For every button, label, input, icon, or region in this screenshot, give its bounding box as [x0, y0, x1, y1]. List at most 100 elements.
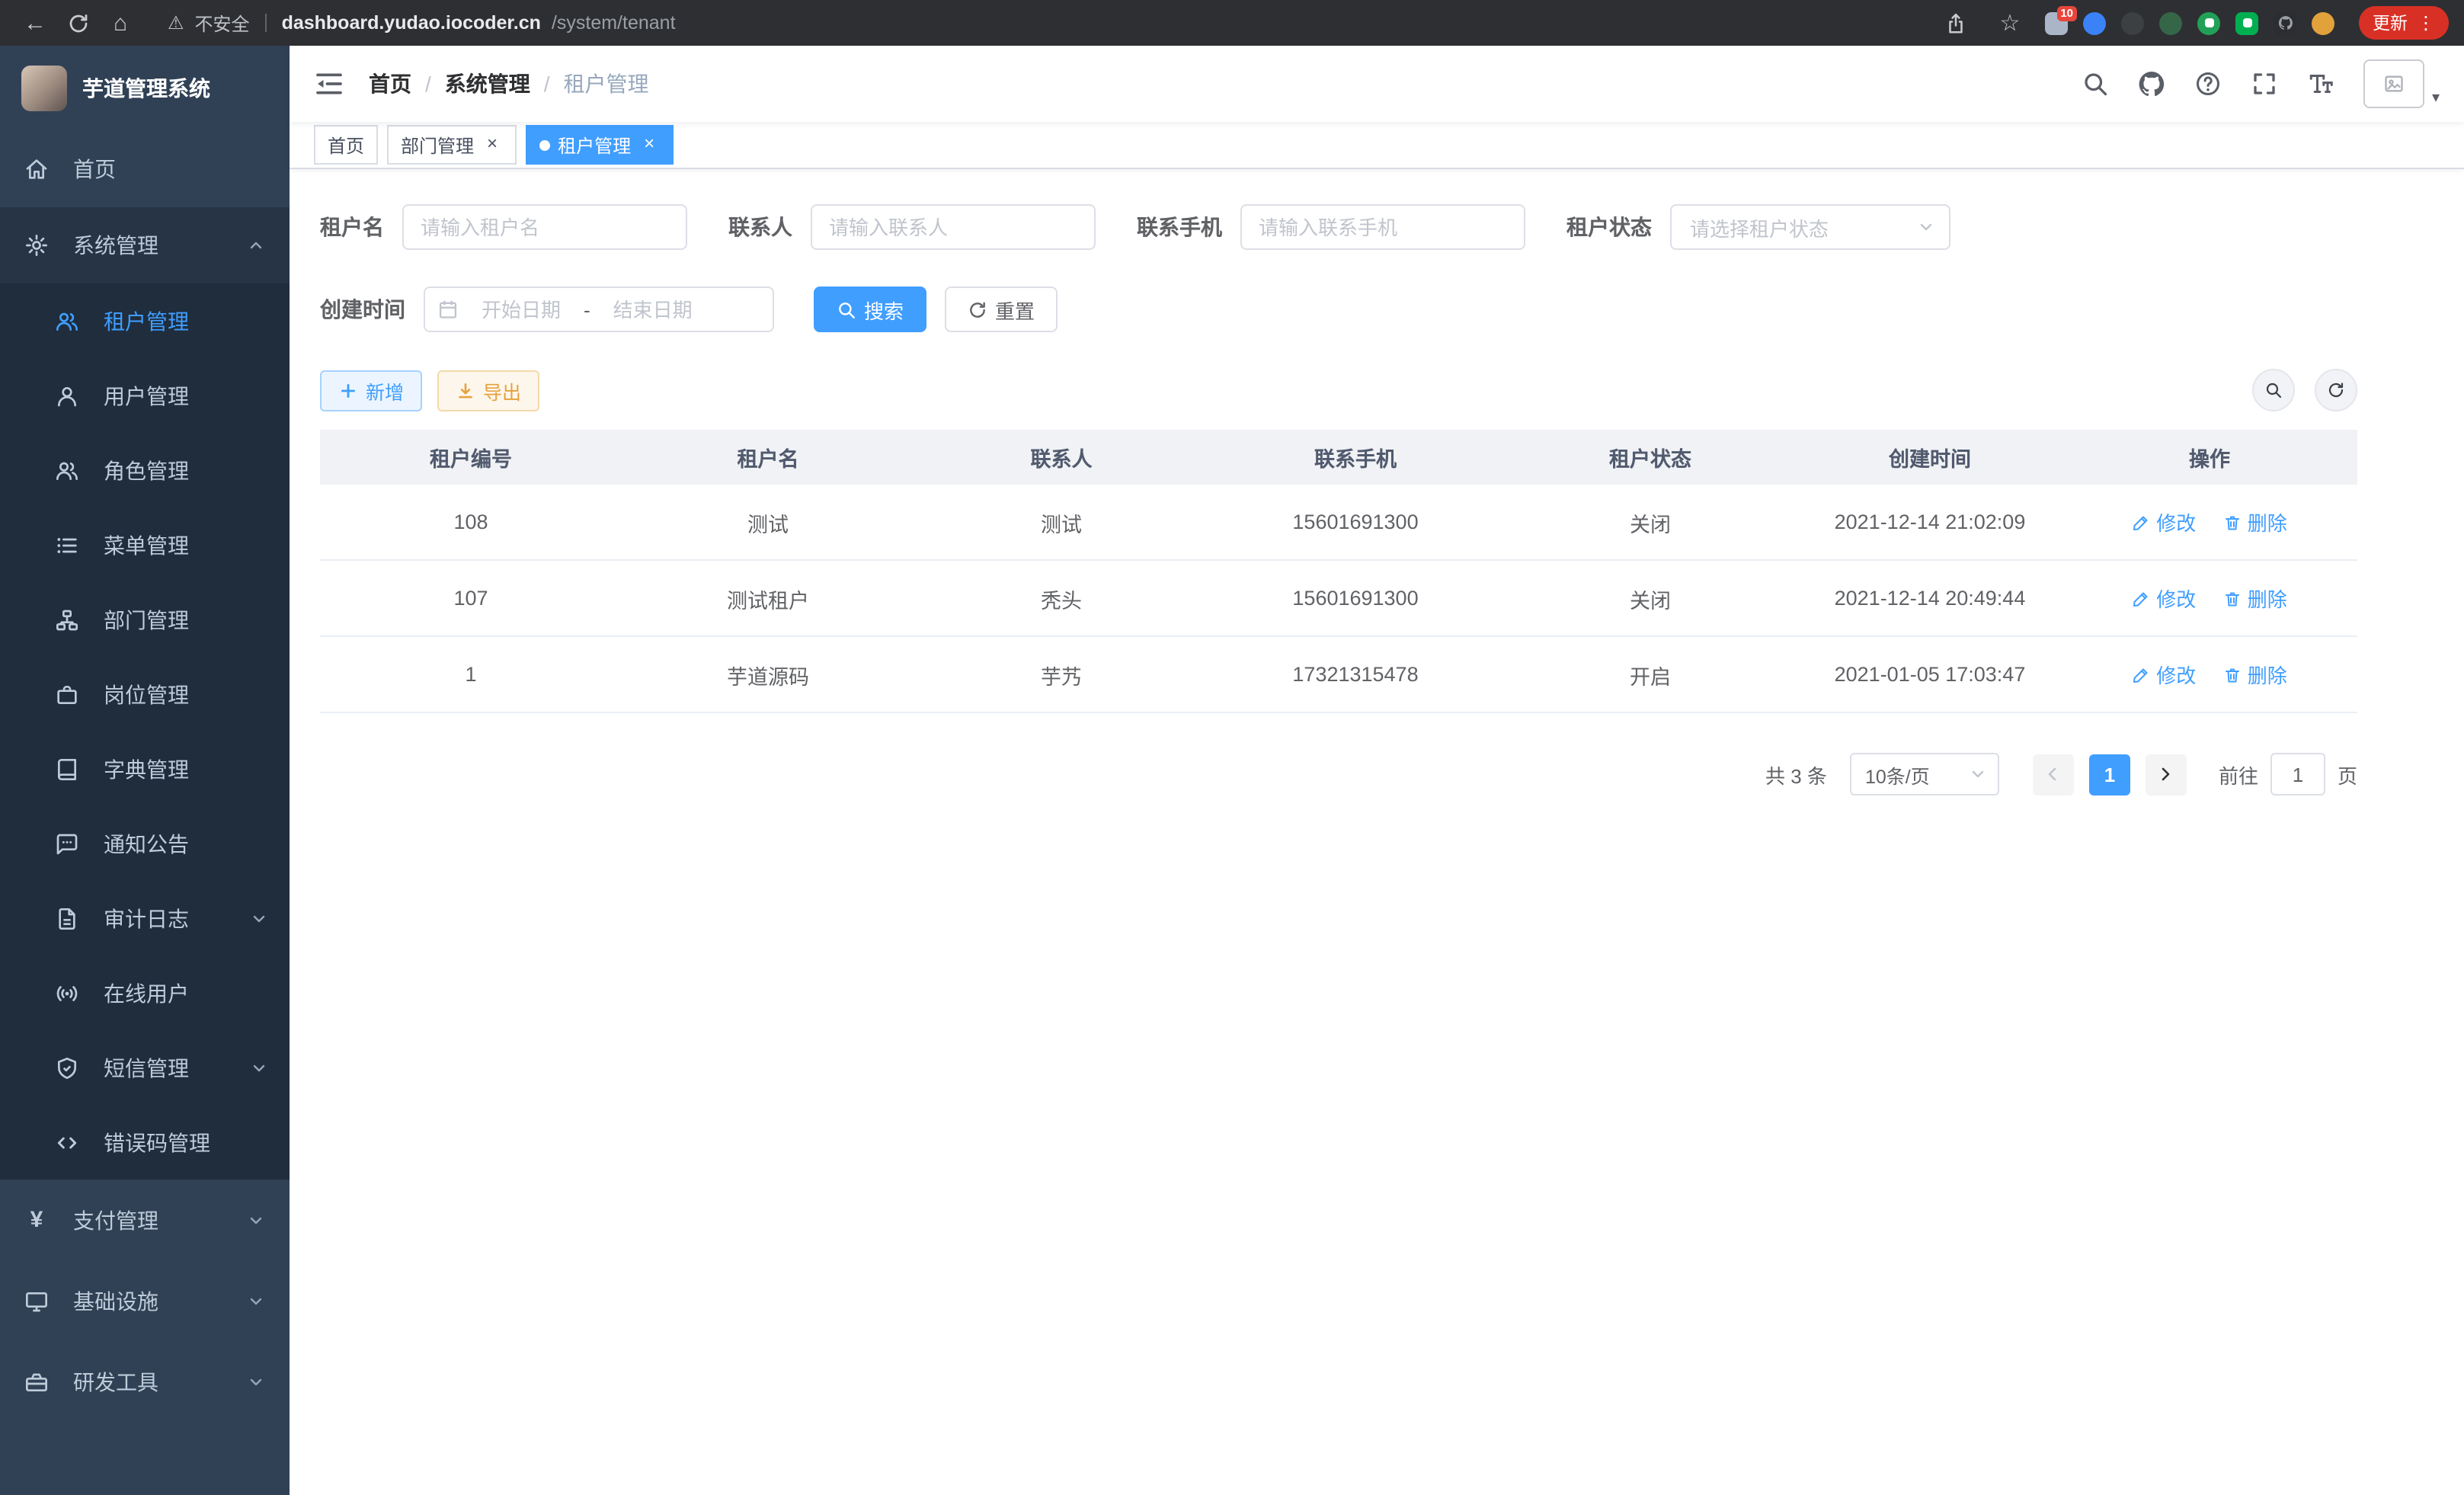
chevron-up-icon [247, 236, 265, 255]
mobile-input[interactable] [1240, 204, 1525, 250]
delete-button[interactable]: 删除 [2223, 660, 2287, 689]
browser-reload-icon[interactable] [58, 5, 98, 41]
extension-icon-4[interactable] [2159, 11, 2182, 34]
sidebar-item-label: 角色管理 [104, 455, 189, 485]
github-icon[interactable] [2138, 70, 2165, 98]
sidebar-item-label: 基础设施 [73, 1285, 158, 1316]
bookmark-star-icon[interactable]: ☆ [1990, 5, 2030, 41]
tag-dept[interactable]: 部门管理 × [387, 125, 517, 165]
breadcrumb-system[interactable]: 系统管理 [445, 69, 530, 99]
browser-back-icon[interactable]: ← [15, 5, 55, 41]
sidebar-toggle-icon[interactable] [314, 69, 344, 99]
end-date-input[interactable] [597, 296, 709, 322]
sidebar-item-menu[interactable]: 菜单管理 [0, 507, 290, 582]
search-button[interactable]: 搜索 [814, 287, 926, 332]
code-icon [55, 1130, 79, 1154]
extension-icon-5[interactable] [2197, 11, 2220, 34]
tag-home[interactable]: 首页 [314, 125, 378, 165]
chevron-down-icon [247, 1211, 265, 1229]
address-bar[interactable]: ⚠ 不安全 dashboard.yudao.iocoder.cn/system/… [168, 10, 1914, 36]
search-icon [2264, 381, 2283, 399]
extension-icon-2[interactable] [2083, 11, 2106, 34]
breadcrumb-home[interactable]: 首页 [369, 69, 411, 99]
contact-input[interactable] [811, 204, 1096, 250]
sidebar-item-sms[interactable]: 短信管理 [0, 1030, 290, 1105]
goto-page-input[interactable] [2270, 753, 2325, 796]
page-size-select[interactable]: 10条/页 [1850, 753, 1999, 796]
refresh-table-button[interactable] [2315, 369, 2357, 411]
sidebar-item-audit-log[interactable]: 审计日志 [0, 881, 290, 956]
sidebar-item-label: 字典管理 [104, 754, 189, 784]
page-1-button[interactable]: 1 [2089, 754, 2130, 795]
share-icon[interactable] [1935, 5, 1975, 41]
users-icon [55, 309, 79, 333]
status-select[interactable]: 请选择租户状态 [1670, 204, 1950, 250]
sidebar-item-infrastructure[interactable]: 基础设施 [0, 1260, 290, 1341]
gear-icon [24, 233, 49, 258]
chevron-left-icon [2044, 765, 2062, 783]
cell-status: 关闭 [1502, 485, 1798, 560]
sidebar-item-tenant[interactable]: 租户管理 [0, 283, 290, 358]
sidebar-item-error-code[interactable]: 错误码管理 [0, 1105, 290, 1180]
url-host: dashboard.yudao.iocoder.cn [282, 12, 541, 34]
sidebar-item-dict[interactable]: 字典管理 [0, 731, 290, 806]
edit-button[interactable]: 修改 [2132, 507, 2196, 536]
user-avatar-menu[interactable]: ▾ [2363, 59, 2440, 108]
font-size-icon[interactable] [2307, 70, 2334, 98]
browser-update-button[interactable]: 更新 ⋮ [2359, 6, 2449, 40]
delete-button[interactable]: 删除 [2223, 584, 2287, 613]
create-time-range-picker[interactable]: - [424, 287, 774, 332]
delete-button[interactable]: 删除 [2223, 507, 2287, 536]
extension-icon-6[interactable] [2235, 11, 2258, 34]
extensions-puzzle-icon[interactable] [2274, 11, 2296, 34]
sidebar-item-payment[interactable]: ¥ 支付管理 [0, 1180, 290, 1260]
browser-menu-icon[interactable]: ⋮ [2417, 14, 2435, 32]
security-label[interactable]: 不安全 [195, 10, 250, 36]
extension-icon-3[interactable] [2121, 11, 2144, 34]
add-button[interactable]: 新增 [320, 370, 422, 411]
sidebar: 芋道管理系统 首页 系统管理 租户管理 用户管理 [0, 46, 290, 1495]
app-title: 芋道管理系统 [82, 73, 210, 104]
next-page-button[interactable] [2146, 754, 2187, 795]
prev-page-button[interactable] [2033, 754, 2074, 795]
sidebar-item-home[interactable]: 首页 [0, 131, 290, 207]
sidebar-item-role[interactable]: 角色管理 [0, 433, 290, 507]
avatar[interactable] [2363, 59, 2424, 108]
docs-question-icon[interactable] [2194, 70, 2222, 98]
sidebar-item-system[interactable]: 系统管理 [0, 207, 290, 283]
create-time-label: 创建时间 [320, 294, 424, 325]
sidebar-item-notice[interactable]: 通知公告 [0, 806, 290, 881]
sidebar-item-label: 研发工具 [73, 1366, 158, 1397]
toggle-search-button[interactable] [2252, 369, 2295, 411]
sidebar-item-dev-tools[interactable]: 研发工具 [0, 1341, 290, 1422]
close-icon[interactable]: × [638, 134, 660, 155]
extension-icon-1[interactable]: 10 [2045, 11, 2068, 34]
chevron-down-icon [1969, 765, 1987, 783]
cell-tenant-name: 芋道源码 [622, 636, 914, 712]
address-divider [265, 14, 267, 32]
tenant-name-input[interactable] [402, 204, 687, 250]
export-button[interactable]: 导出 [437, 370, 539, 411]
app-logo-row[interactable]: 芋道管理系统 [0, 46, 290, 131]
fullscreen-icon[interactable] [2251, 70, 2278, 98]
browser-home-icon[interactable]: ⌂ [101, 5, 140, 41]
tag-tenant[interactable]: 租户管理 × [526, 125, 674, 165]
caret-down-icon[interactable]: ▾ [2432, 90, 2440, 108]
edit-button[interactable]: 修改 [2132, 660, 2196, 689]
close-icon[interactable]: × [482, 134, 503, 155]
reset-button[interactable]: 重置 [945, 287, 1058, 332]
cell-tenant-name: 测试 [622, 485, 914, 560]
table-header-row: 租户编号 租户名 联系人 联系手机 租户状态 创建时间 操作 [320, 430, 2357, 485]
profile-avatar-icon[interactable] [2312, 11, 2334, 34]
shield-icon [55, 1055, 79, 1080]
header-search-icon[interactable] [2082, 70, 2109, 98]
edit-button[interactable]: 修改 [2132, 584, 2196, 613]
sidebar-item-online-users[interactable]: 在线用户 [0, 956, 290, 1030]
sidebar-item-dept[interactable]: 部门管理 [0, 582, 290, 657]
sidebar-item-user[interactable]: 用户管理 [0, 358, 290, 433]
start-date-input[interactable] [465, 296, 578, 322]
export-button-label: 导出 [483, 376, 521, 405]
sidebar-item-post[interactable]: 岗位管理 [0, 657, 290, 731]
broken-image-icon [2383, 73, 2405, 94]
app-logo [21, 66, 67, 111]
